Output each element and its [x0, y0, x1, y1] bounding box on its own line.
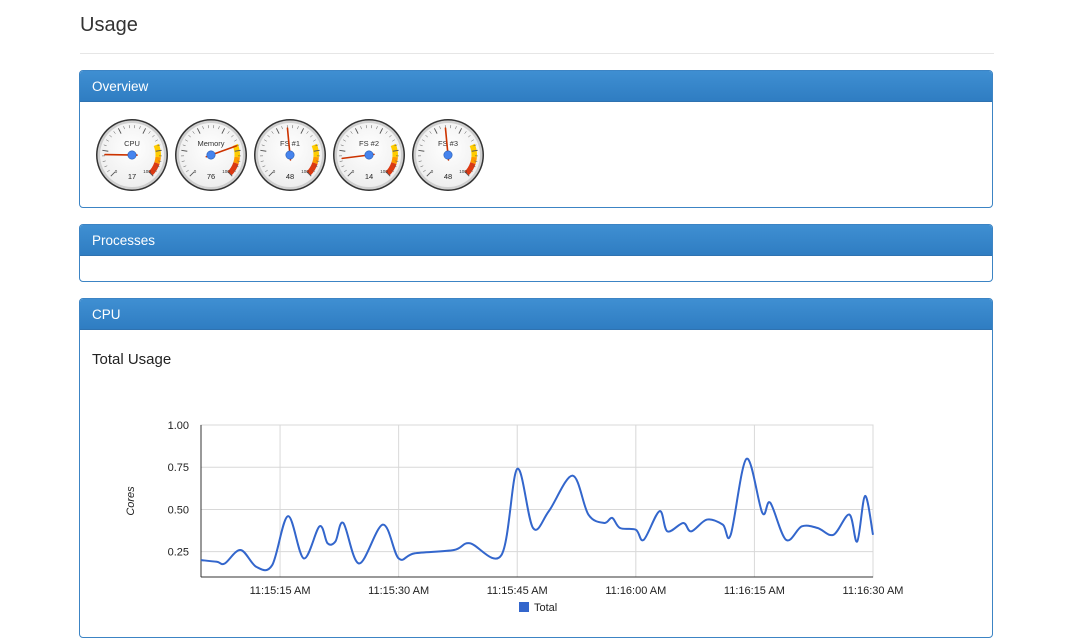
y-tick-label: 0.25: [168, 547, 189, 559]
y-tick-label: 1.00: [168, 420, 189, 432]
gauge-dial: 0100FS #348: [410, 117, 486, 193]
processes-panel: Processes: [79, 224, 993, 282]
gauge-fs-3: 0100FS #348: [410, 117, 486, 193]
overview-panel: Overview 0100CPU170100Memory760100FS #14…: [79, 70, 993, 208]
cpu-panel: CPU Total Usage 0.25 0.50 0.75 1.00 11:15:15…: [79, 298, 993, 638]
gauge-value: 76: [207, 172, 215, 181]
gauge-dial: 0100FS #214: [331, 117, 407, 193]
gauge-max-label: 100: [459, 169, 467, 174]
gauge-value: 48: [286, 172, 294, 181]
gauge-hub: [444, 151, 452, 159]
gauge-label: CPU: [124, 139, 140, 148]
page-title: Usage: [80, 14, 138, 37]
x-tick-label: 11:16:00 AM: [605, 585, 666, 597]
x-tick-label: 11:16:30 AM: [843, 585, 904, 597]
chart-title: Total Usage: [92, 351, 171, 368]
series-line-total: [201, 459, 873, 571]
processes-panel-heading: Processes: [80, 225, 992, 256]
gauge-memory: 0100Memory76: [173, 117, 249, 193]
gauge-value: 48: [444, 172, 452, 181]
gauge-value: 14: [365, 172, 373, 181]
gauge-max-label: 100: [380, 169, 388, 174]
gauge-hub: [365, 151, 373, 159]
gauge-hub: [286, 151, 294, 159]
legend-swatch: [519, 602, 529, 612]
gauge-max-label: 100: [143, 169, 151, 174]
gauge-fs-1: 0100FS #148: [252, 117, 328, 193]
y-tick-label: 0.75: [168, 462, 189, 474]
gauge-dial: 0100CPU17: [94, 117, 170, 193]
gauge-label: FS #2: [359, 139, 379, 148]
legend-label: Total: [534, 602, 557, 614]
title-divider: [80, 53, 994, 54]
gauge-max-label: 100: [222, 169, 230, 174]
gauge-fs-2: 0100FS #214: [331, 117, 407, 193]
x-tick-label: 11:16:15 AM: [724, 585, 785, 597]
overview-panel-heading: Overview: [80, 71, 992, 102]
y-axis-label: Cores: [125, 486, 137, 516]
gauge-label: Memory: [197, 139, 224, 148]
gauge-value: 17: [128, 172, 136, 181]
gauge-hub: [207, 151, 215, 159]
cpu-panel-heading: CPU: [80, 299, 992, 330]
gauge-dial: 0100Memory76: [173, 117, 249, 193]
gauge-dial: 0100FS #148: [252, 117, 328, 193]
y-tick-label: 0.50: [168, 504, 189, 516]
gauge-max-label: 100: [301, 169, 309, 174]
x-tick-label: 11:15:45 AM: [487, 585, 548, 597]
x-tick-label: 11:15:30 AM: [368, 585, 429, 597]
gauge-hub: [128, 151, 136, 159]
x-tick-label: 11:15:15 AM: [250, 585, 311, 597]
cpu-total-usage-chart: 0.25 0.50 0.75 1.00 11:15:15 AM 11:15:30 AM 11…: [80, 395, 992, 625]
gauge-cpu: 0100CPU17: [94, 117, 170, 193]
